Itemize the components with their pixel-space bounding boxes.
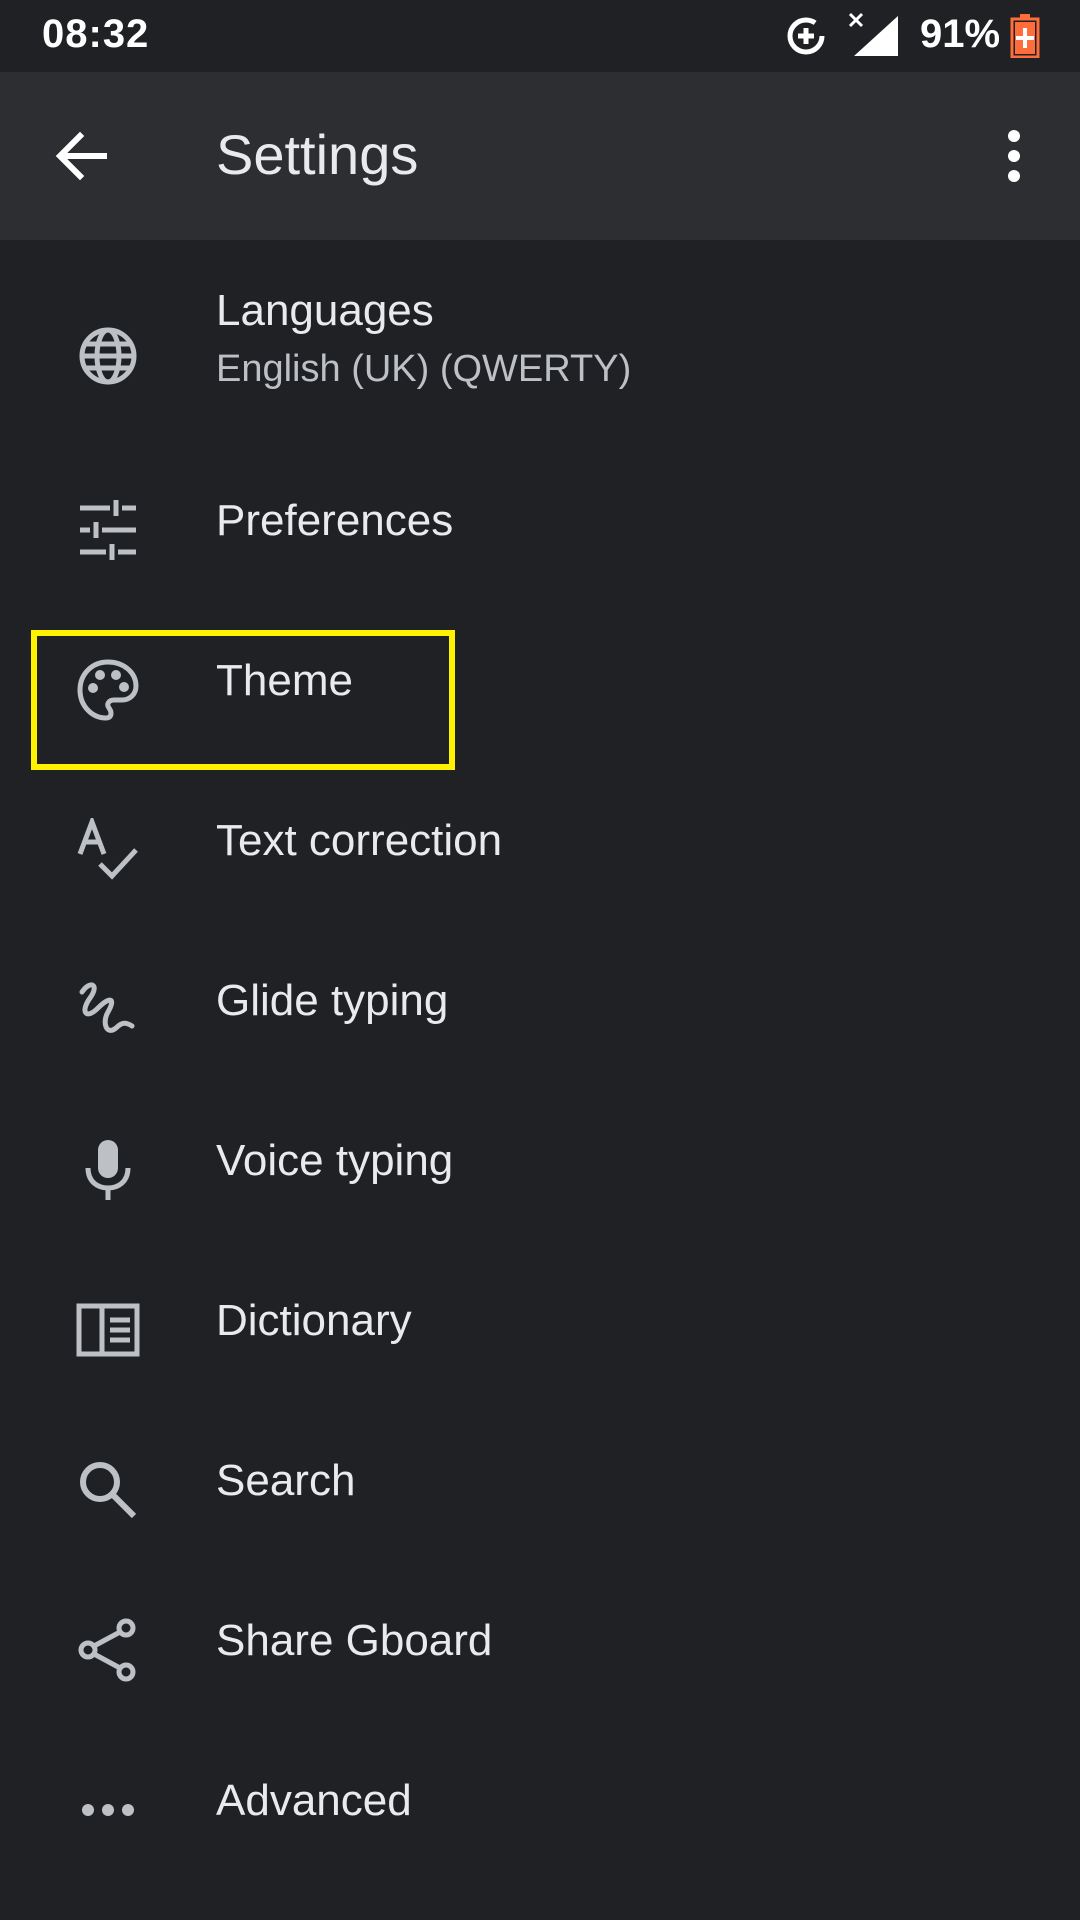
- arrow-back-icon[interactable]: [52, 126, 112, 186]
- settings-item-label: Search: [216, 1456, 356, 1505]
- search-icon: [76, 1458, 140, 1522]
- battery-charging-icon: [1010, 14, 1040, 58]
- settings-item-label: Glide typing: [216, 976, 449, 1025]
- settings-item-languages[interactable]: Languages English (UK) (QWERTY): [0, 286, 1080, 440]
- mic-icon: [76, 1138, 140, 1202]
- settings-item-share-gboard[interactable]: Share Gboard: [0, 1590, 1080, 1710]
- more-vert-icon[interactable]: [990, 126, 1038, 186]
- settings-item-label: Dictionary: [216, 1296, 412, 1345]
- signal-no-data-icon: [846, 10, 902, 58]
- dictionary-icon: [76, 1298, 140, 1362]
- settings-item-text-correction[interactable]: Text correction: [0, 790, 1080, 910]
- settings-item-advanced[interactable]: Advanced: [0, 1750, 1080, 1870]
- settings-item-preferences[interactable]: Preferences: [0, 470, 1080, 590]
- settings-item-label: Voice typing: [216, 1136, 454, 1185]
- highlight-box: [31, 630, 455, 770]
- tune-icon: [76, 498, 140, 562]
- settings-item-label: Share Gboard: [216, 1616, 493, 1665]
- status-bar: 08:32 91%: [0, 0, 1080, 72]
- share-icon: [76, 1618, 140, 1682]
- settings-item-glide-typing[interactable]: Glide typing: [0, 950, 1080, 1070]
- settings-item-label: Advanced: [216, 1776, 412, 1825]
- settings-item-dictionary[interactable]: Dictionary: [0, 1270, 1080, 1390]
- settings-item-subtitle: English (UK) (QWERTY): [216, 348, 632, 390]
- settings-item-voice-typing[interactable]: Voice typing: [0, 1110, 1080, 1230]
- status-time: 08:32: [42, 12, 150, 56]
- data-saver-icon: [784, 14, 828, 58]
- settings-item-label: Languages: [216, 286, 434, 335]
- spellcheck-icon: [76, 818, 140, 882]
- more-horiz-icon: [76, 1778, 140, 1842]
- settings-item-label: Preferences: [216, 496, 454, 545]
- app-bar: Settings: [0, 72, 1080, 240]
- settings-item-label: Text correction: [216, 816, 503, 865]
- battery-percent: 91%: [920, 12, 1001, 56]
- globe-icon: [76, 324, 140, 388]
- page-title: Settings: [216, 123, 419, 186]
- gesture-icon: [76, 978, 140, 1042]
- settings-item-search[interactable]: Search: [0, 1430, 1080, 1550]
